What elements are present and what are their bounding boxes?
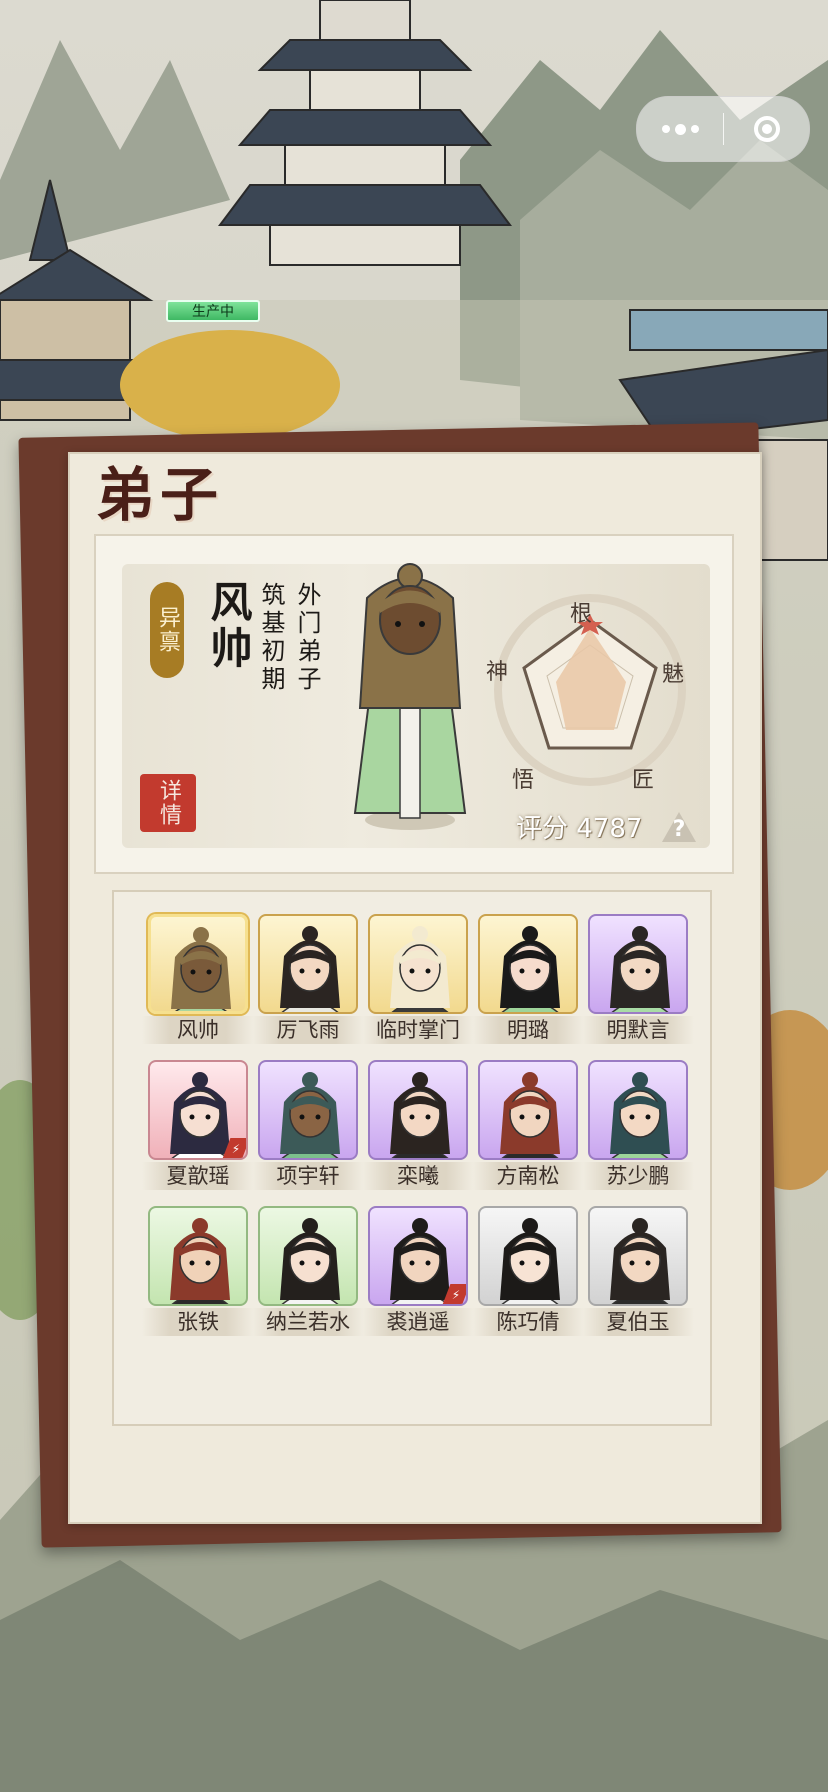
- disciple-card-name: 临时掌门: [362, 1016, 474, 1044]
- disciple-card[interactable]: 厉飞雨: [252, 914, 364, 1044]
- disciple-avatar: [148, 1206, 248, 1306]
- disciple-card-name: 项宇轩: [252, 1162, 364, 1190]
- disciple-avatar: [478, 1060, 578, 1160]
- stat-root-label: 根: [570, 602, 593, 627]
- disciple-avatar: [588, 1206, 688, 1306]
- disciple-avatar: [478, 1206, 578, 1306]
- disciple-card[interactable]: 临时掌门: [362, 914, 474, 1044]
- disciple-card[interactable]: 栾曦: [362, 1060, 474, 1190]
- disciple-avatar: [368, 914, 468, 1014]
- disciple-card[interactable]: 明璐: [472, 914, 584, 1044]
- disciple-name: 风帅: [204, 580, 253, 672]
- disciple-card[interactable]: 风帅: [142, 914, 254, 1044]
- stat-insight-label: 悟: [512, 768, 535, 793]
- cultivation-realm: 筑基初期: [257, 582, 285, 694]
- miniprogram-capsule: [636, 96, 810, 162]
- disciple-portrait-full: [353, 563, 467, 830]
- disciple-avatar: ⚡: [368, 1206, 468, 1306]
- disciple-card[interactable]: 项宇轩: [252, 1060, 364, 1190]
- disciple-avatar: [588, 1060, 688, 1160]
- disciple-avatar: ⚡: [148, 1060, 248, 1160]
- target-close-icon[interactable]: [724, 97, 809, 161]
- disciple-card[interactable]: 方南松: [472, 1060, 584, 1190]
- disciple-avatar: [478, 914, 578, 1014]
- disciple-card-name: 苏少鹏: [582, 1162, 694, 1190]
- disciple-card[interactable]: 夏伯玉: [582, 1206, 694, 1336]
- disciple-card-name: 栾曦: [362, 1162, 474, 1190]
- stat-craft-label: 匠: [632, 768, 655, 793]
- disciple-card-name: 纳兰若水: [252, 1308, 364, 1336]
- score-value: 评分 4787: [516, 814, 643, 844]
- disciple-card-name: 方南松: [472, 1162, 584, 1190]
- stat-charm-label: 魅: [662, 662, 685, 687]
- talent-tag: 异禀: [150, 582, 184, 678]
- disciple-card-name: 明默言: [582, 1016, 694, 1044]
- disciple-rank: 外门弟子: [293, 582, 321, 694]
- disciple-card-name: 夏伯玉: [582, 1308, 694, 1336]
- details-seal-button[interactable]: 详情: [140, 774, 196, 832]
- disciple-card-name: 厉飞雨: [252, 1016, 364, 1044]
- disciple-card-name: 夏歆瑶: [142, 1162, 254, 1190]
- disciple-avatar: [258, 1060, 358, 1160]
- building-status-label: 生产中: [166, 300, 260, 322]
- stat-spirit-label: 神: [486, 660, 509, 685]
- disciple-card[interactable]: 苏少鹏: [582, 1060, 694, 1190]
- disciple-card-name: 明璐: [472, 1016, 584, 1044]
- disciple-card[interactable]: 陈巧倩: [472, 1206, 584, 1336]
- disciple-card-name: 陈巧倩: [472, 1308, 584, 1336]
- disciple-avatar: [148, 914, 248, 1014]
- disciple-avatar: [588, 914, 688, 1014]
- disciple-card[interactable]: 张铁: [142, 1206, 254, 1336]
- disciple-avatar: [258, 1206, 358, 1306]
- disciple-card[interactable]: 明默言: [582, 914, 694, 1044]
- disciple-card-name: 张铁: [142, 1308, 254, 1336]
- disciple-avatar: [258, 914, 358, 1014]
- disciple-avatar: [368, 1060, 468, 1160]
- panel-title: 弟子: [96, 461, 225, 529]
- disciple-card[interactable]: 纳兰若水: [252, 1206, 364, 1336]
- disciple-card[interactable]: ⚡ 夏歆瑶: [142, 1060, 254, 1190]
- more-dots-icon[interactable]: [637, 97, 723, 161]
- disciple-card-name: 风帅: [142, 1016, 254, 1044]
- disciple-card[interactable]: ⚡ 裘逍遥: [362, 1206, 474, 1336]
- disciple-card-name: 裘逍遥: [362, 1308, 474, 1336]
